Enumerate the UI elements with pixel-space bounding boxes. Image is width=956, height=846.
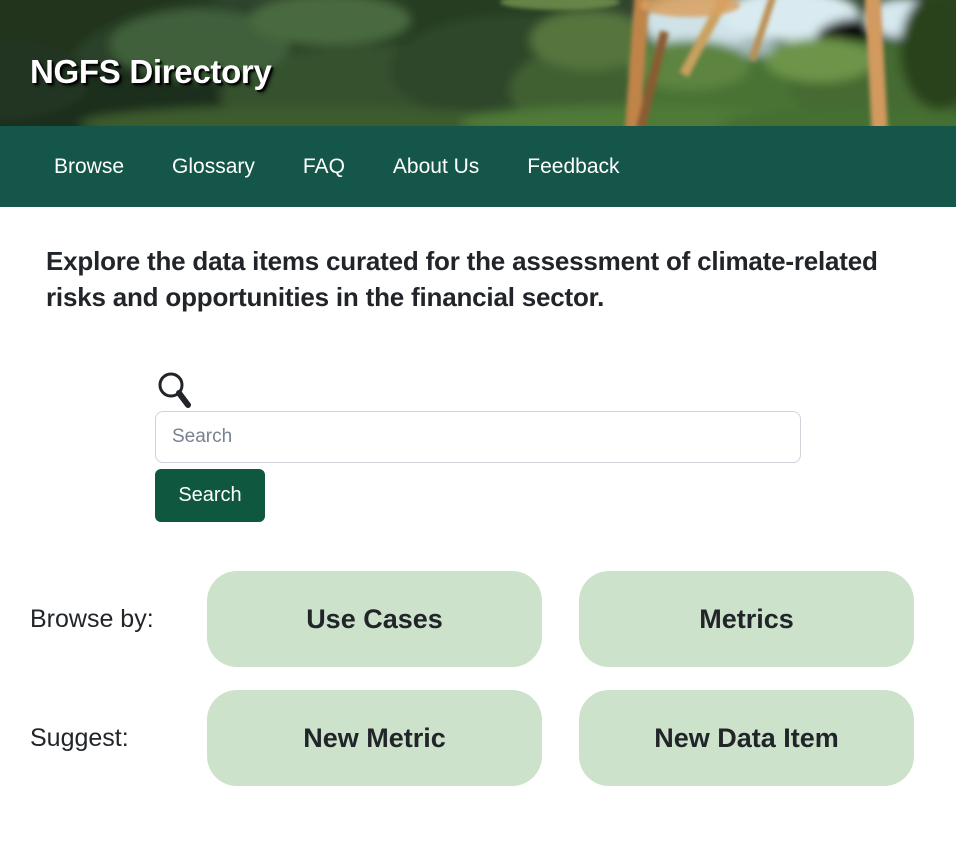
metrics-button[interactable]: Metrics: [579, 571, 914, 667]
search-input[interactable]: [155, 411, 801, 463]
nav-item-browse[interactable]: Browse: [54, 155, 124, 179]
browse-by-label: Browse by:: [30, 605, 207, 634]
ngfs-directory-page: NGFS Directory Browse Glossary FAQ About…: [0, 0, 956, 846]
search-button[interactable]: Search: [155, 469, 265, 522]
new-metric-button[interactable]: New Metric: [207, 690, 542, 786]
nav-item-about-us[interactable]: About Us: [393, 155, 479, 179]
page-title: NGFS Directory: [30, 53, 272, 91]
suggest-row: Suggest: New Metric New Data Item: [0, 690, 956, 786]
nav-item-glossary[interactable]: Glossary: [172, 155, 255, 179]
intro-heading: Explore the data items curated for the a…: [46, 243, 896, 315]
hero-header: NGFS Directory: [0, 0, 956, 126]
new-data-item-button[interactable]: New Data Item: [579, 690, 914, 786]
search-icon: [157, 371, 191, 409]
nav-item-feedback[interactable]: Feedback: [527, 155, 619, 179]
search-section: Search: [155, 371, 803, 522]
suggest-label: Suggest:: [30, 724, 207, 753]
main-navbar: Browse Glossary FAQ About Us Feedback: [0, 126, 956, 207]
browse-by-row: Browse by: Use Cases Metrics: [0, 571, 956, 667]
nav-item-faq[interactable]: FAQ: [303, 155, 345, 179]
use-cases-button[interactable]: Use Cases: [207, 571, 542, 667]
